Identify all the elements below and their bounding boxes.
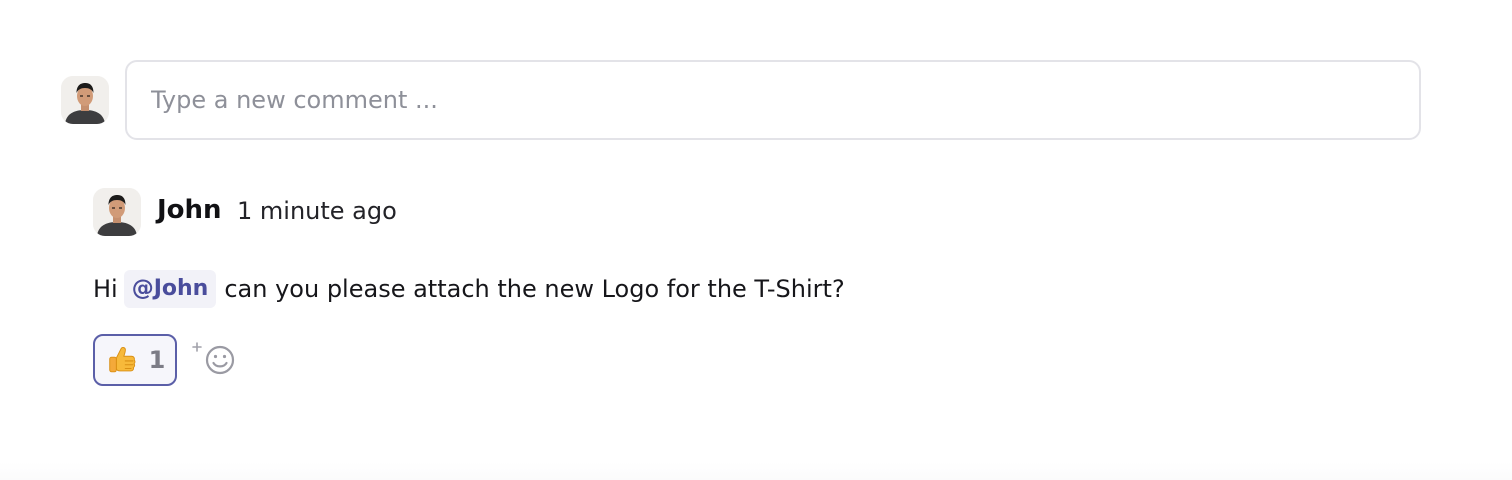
comment-body: Hi @John can you please attach the new L… bbox=[93, 268, 845, 310]
add-reaction-button[interactable] bbox=[192, 340, 240, 380]
bottom-divider bbox=[0, 462, 1512, 480]
comment-input[interactable] bbox=[125, 60, 1421, 140]
comment-author-avatar bbox=[93, 188, 141, 236]
composer-avatar bbox=[61, 76, 109, 124]
comment-text-suffix: can you please attach the new Logo for t… bbox=[224, 275, 845, 303]
comment-timestamp: 1 minute ago bbox=[237, 197, 397, 225]
user-mention[interactable]: @John bbox=[123, 270, 217, 308]
comment-author-name[interactable]: John bbox=[157, 195, 222, 225]
thumbs-up-icon bbox=[105, 343, 139, 377]
user-avatar-icon bbox=[93, 188, 141, 236]
comment-text-prefix: Hi bbox=[93, 275, 118, 303]
user-avatar-icon bbox=[61, 76, 109, 124]
reaction-thumbs-up-button[interactable]: 1 bbox=[93, 334, 177, 386]
reaction-count: 1 bbox=[148, 346, 166, 374]
add-emoji-icon bbox=[192, 342, 235, 375]
